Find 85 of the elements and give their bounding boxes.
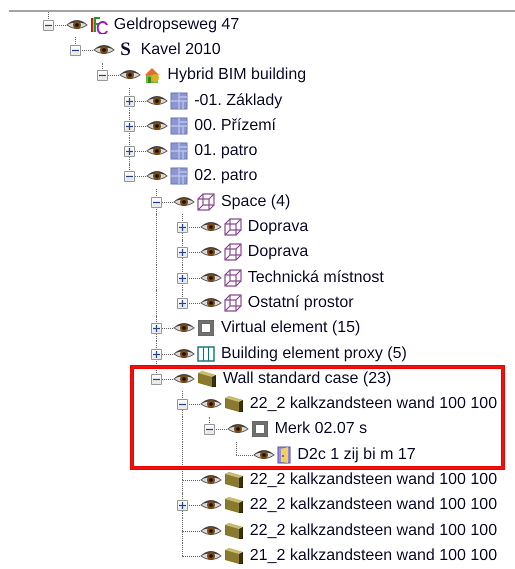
eye-icon[interactable] [200,548,222,563]
expand-toggle[interactable] [124,96,135,107]
eye-icon[interactable] [172,194,195,209]
wall-icon [224,470,244,489]
tree-item-label[interactable]: Kavel 2010 [140,40,221,59]
ifc-logo-icon [90,16,108,34]
plus-icon [126,148,133,156]
tree-item-label[interactable]: Technická místnost [248,268,384,287]
expand-toggle[interactable] [150,323,162,334]
tree-item-label[interactable]: 22_2 kalkzandsteen wand 100 100 [250,522,498,540]
tree-item-label[interactable]: 00. Přízemí [194,116,276,135]
tree-item-label[interactable]: Virtual element (15) [220,319,360,338]
plus-icon [126,98,133,105]
expand-toggle[interactable] [124,120,135,132]
expand-toggle[interactable] [177,500,188,512]
tree-item-label[interactable]: Hybrid BIM building [167,66,306,84]
floor-plan-icon [170,92,188,110]
collapse-toggle[interactable] [177,399,188,410]
plus-icon [179,274,186,282]
site-icon: S [116,38,135,61]
floor-plan-icon [170,142,188,160]
tree-item-label[interactable]: 02. patro [194,167,258,186]
plus-icon [152,350,160,358]
expand-toggle[interactable] [177,298,188,309]
columns-icon [196,344,215,362]
floor-plan-icon [170,167,188,186]
plus-icon [179,224,186,232]
wall-icon [224,546,244,565]
plus-icon [126,122,133,130]
tree-item-label[interactable]: 21_2 kalkzandsteen wand 100 100 [250,546,498,565]
collapse-toggle[interactable] [150,196,162,208]
collapse-toggle[interactable] [70,44,82,56]
wall-icon [224,522,244,540]
tree-item-label[interactable]: D2c 1 zij bi m 17 [297,446,416,464]
tree-item-label[interactable]: -01. Základy [194,92,282,110]
tree-item-label[interactable]: Doprava [248,243,308,262]
tree-item-label[interactable]: Merk 02.07 s [274,420,368,438]
collapse-toggle[interactable] [150,374,162,385]
expand-toggle[interactable] [177,247,188,258]
wall-icon [224,395,244,414]
floor-plan-icon [170,116,188,135]
square-icon [196,319,215,338]
collapse-toggle[interactable] [43,20,54,31]
plus-icon [152,325,160,332]
plus-icon [179,300,186,307]
tree-item-label[interactable]: Doprava [248,218,308,236]
house-icon [143,66,162,84]
eye-icon[interactable] [92,42,115,57]
cube-icon [224,294,242,312]
wall-icon [196,370,217,388]
eye-icon[interactable] [172,346,195,360]
tree-item-label[interactable]: Building element proxy (5) [220,344,407,362]
eye-icon[interactable] [172,372,195,386]
tree-item-label[interactable]: 22_2 kalkzandsteen wand 100 100 [250,470,498,489]
cube-icon [224,243,242,262]
tree-item-label[interactable]: 01. patro [194,142,258,160]
eye-icon[interactable] [200,472,222,487]
expand-toggle[interactable] [177,272,188,284]
tree-item-label[interactable]: 22_2 kalkzandsteen wand 100 100 [250,496,498,514]
plus-icon [179,249,186,256]
wall-icon [224,496,244,514]
eye-icon[interactable] [146,118,168,133]
plus-icon [179,502,186,510]
cube-icon [224,268,242,287]
square-icon [250,420,269,438]
eye-icon[interactable] [66,18,88,32]
expand-toggle[interactable] [177,222,188,234]
tree-item-label[interactable]: Ostatní prostor [248,294,354,312]
collapse-toggle[interactable] [204,424,216,436]
eye-icon[interactable] [200,270,222,285]
door-icon [277,446,292,464]
eye-icon[interactable] [200,296,222,310]
expand-toggle[interactable] [124,146,135,158]
eye-icon[interactable] [146,94,168,108]
tree-item-label[interactable]: Geldropseweg 47 [114,16,240,34]
expand-toggle[interactable] [150,348,162,360]
eye-icon[interactable] [253,448,276,462]
tree-item-label[interactable]: Space (4) [220,192,290,211]
collapse-toggle[interactable] [96,70,108,82]
eye-icon[interactable] [200,524,222,538]
tree-item-label[interactable]: 22_2 kalkzandsteen wand 100 100 [250,395,498,414]
cube-icon [224,218,242,236]
tree-item-label[interactable]: Wall standard case (23) [222,370,392,388]
cube-icon [196,192,215,211]
collapse-toggle[interactable] [124,171,135,182]
